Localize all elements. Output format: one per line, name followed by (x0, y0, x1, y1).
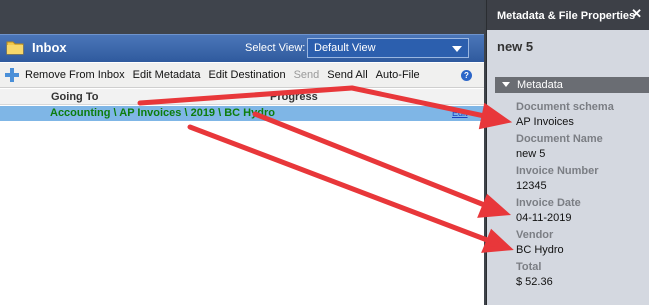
field-label-document-name: Document Name (516, 133, 603, 145)
field-value-vendor[interactable]: BC Hydro (516, 244, 564, 256)
document-title: new 5 (497, 39, 534, 54)
field-label-document-schema: Document schema (516, 101, 614, 113)
grid-header: Going To Progress (0, 89, 484, 105)
dropdown-icon (452, 46, 462, 52)
edit-destination-button[interactable]: Edit Destination (209, 69, 286, 81)
row-destination: Accounting \ AP Invoices \ 2019 \ BC Hyd… (50, 107, 275, 119)
inbox-window: Inbox Select View: Default View Remove F… (0, 0, 484, 305)
inbox-toolbar: Remove From Inbox Edit Metadata Edit Des… (0, 63, 484, 88)
inbox-list-body (0, 121, 484, 305)
metadata-section-label: Metadata (517, 79, 563, 91)
field-value-document-name[interactable]: new 5 (516, 148, 545, 160)
collapse-icon (502, 82, 510, 87)
properties-title-bar: Metadata & File Properties ✕ (487, 0, 649, 30)
send-all-button[interactable]: Send All (327, 69, 367, 81)
top-strip (0, 0, 484, 34)
auto-file-button[interactable]: Auto-File (376, 69, 420, 81)
field-label-vendor: Vendor (516, 229, 554, 241)
field-label-total: Total (516, 261, 542, 273)
field-label-invoice-date: Invoice Date (516, 197, 581, 209)
properties-title: Metadata & File Properties (497, 10, 636, 22)
field-value-total[interactable]: $ 52.36 (516, 276, 553, 288)
column-progress[interactable]: Progress (270, 91, 318, 103)
column-going-to[interactable]: Going To (51, 91, 98, 103)
table-row[interactable]: Accounting \ AP Invoices \ 2019 \ BC Hyd… (0, 106, 484, 121)
help-icon[interactable]: ? (461, 70, 472, 81)
inbox-title: Inbox (32, 40, 67, 55)
screen: Inbox Select View: Default View Remove F… (0, 0, 649, 305)
send-button[interactable]: Send (294, 69, 320, 81)
add-icon[interactable] (4, 67, 20, 83)
select-view-dropdown[interactable]: Default View (307, 38, 469, 58)
properties-panel: Metadata & File Properties ✕ new 5 Metad… (486, 0, 649, 305)
close-icon[interactable]: ✕ (631, 6, 642, 22)
select-view-value: Default View (314, 42, 376, 54)
remove-from-inbox-button[interactable]: Remove From Inbox (25, 69, 125, 81)
metadata-section-header[interactable]: Metadata (495, 77, 649, 93)
field-value-invoice-number[interactable]: 12345 (516, 180, 547, 192)
field-label-invoice-number: Invoice Number (516, 165, 599, 177)
row-edit-link[interactable]: Edit (452, 108, 468, 118)
edit-metadata-button[interactable]: Edit Metadata (133, 69, 201, 81)
select-view-label: Select View: (245, 42, 306, 54)
field-value-document-schema[interactable]: AP Invoices (516, 116, 574, 128)
folder-icon (6, 41, 24, 55)
field-value-invoice-date[interactable]: 04-11-2019 (516, 212, 571, 224)
